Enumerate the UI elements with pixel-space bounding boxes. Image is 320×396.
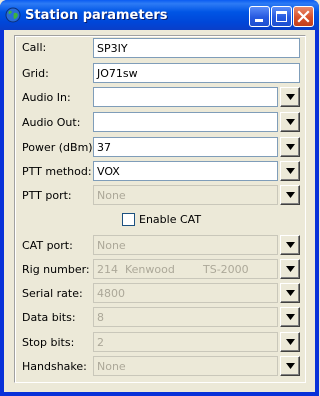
enable-cat-label[interactable]: Enable CAT — [139, 213, 201, 226]
cat-port-label: CAT port: — [22, 239, 73, 252]
power-dropdown-button[interactable] — [280, 137, 300, 157]
chevron-down-icon — [286, 144, 295, 150]
audio-in-label: Audio In: — [22, 91, 71, 104]
ptt-port-label: PTT port: — [22, 189, 72, 202]
ptt-method-dropdown-button[interactable] — [280, 161, 300, 181]
ptt-method-select[interactable]: VOX — [93, 161, 278, 181]
call-label: Call: — [22, 41, 47, 54]
chevron-down-icon — [286, 119, 295, 125]
minimize-button[interactable] — [249, 6, 270, 27]
globe-icon — [5, 7, 21, 23]
cat-port-dropdown-button[interactable] — [280, 235, 300, 255]
audio-out-select[interactable] — [93, 112, 278, 132]
chevron-down-icon — [286, 242, 295, 248]
chevron-down-icon — [286, 290, 295, 296]
chevron-down-icon — [286, 363, 295, 369]
chevron-down-icon — [286, 94, 295, 100]
data-bits-dropdown-button[interactable] — [280, 307, 300, 327]
serial-rate-dropdown-button[interactable] — [280, 283, 300, 303]
audio-in-select[interactable] — [93, 87, 278, 107]
maximize-button[interactable] — [271, 6, 292, 27]
rig-model-value: TS-2000 — [203, 263, 249, 276]
audio-out-label: Audio Out: — [22, 116, 81, 129]
handshake-select[interactable]: None — [93, 356, 278, 376]
power-select[interactable]: 37 — [93, 137, 278, 157]
minimize-icon — [255, 19, 263, 22]
serial-rate-select[interactable]: 4800 — [93, 283, 278, 303]
handshake-label: Handshake: — [22, 360, 87, 373]
rig-number-value: 214 — [97, 263, 118, 276]
handshake-dropdown-button[interactable] — [280, 356, 300, 376]
audio-out-dropdown-button[interactable] — [280, 112, 300, 132]
data-bits-label: Data bits: — [22, 311, 76, 324]
title-bar[interactable]: Station parameters — [0, 0, 319, 30]
cat-port-select[interactable]: None — [93, 235, 278, 255]
power-label: Power (dBm): — [22, 141, 97, 154]
rig-number-select[interactable]: 214 Kenwood TS-2000 — [93, 259, 278, 279]
rig-number-dropdown-button[interactable] — [280, 259, 300, 279]
serial-rate-label: Serial rate: — [22, 287, 83, 300]
close-button[interactable] — [293, 6, 314, 27]
ptt-port-select[interactable]: None — [93, 185, 278, 205]
call-input[interactable]: SP3IY — [93, 38, 300, 58]
ptt-method-label: PTT method: — [22, 165, 92, 178]
window-title: Station parameters — [25, 8, 168, 23]
chevron-down-icon — [286, 192, 295, 198]
enable-cat-checkbox[interactable] — [122, 213, 135, 226]
stop-bits-select[interactable]: 2 — [93, 332, 278, 352]
close-icon — [297, 10, 310, 23]
grid-input[interactable]: JO71sw — [93, 63, 300, 83]
rig-maker-value: Kenwood — [125, 263, 175, 276]
stop-bits-dropdown-button[interactable] — [280, 332, 300, 352]
grid-label: Grid: — [22, 67, 49, 80]
rig-number-label: Rig number: — [22, 263, 90, 276]
stop-bits-label: Stop bits: — [22, 336, 75, 349]
chevron-down-icon — [286, 339, 295, 345]
chevron-down-icon — [286, 314, 295, 320]
ptt-port-dropdown-button[interactable] — [280, 185, 300, 205]
chevron-down-icon — [286, 266, 295, 272]
chevron-down-icon — [286, 168, 295, 174]
maximize-icon — [276, 11, 287, 22]
audio-in-dropdown-button[interactable] — [280, 87, 300, 107]
station-parameters-window: Station parameters Call: SP3IY Grid: JO7… — [0, 0, 319, 396]
window-client-area: Call: SP3IY Grid: JO71sw Audio In: Audio… — [4, 30, 315, 392]
data-bits-select[interactable]: 8 — [93, 307, 278, 327]
